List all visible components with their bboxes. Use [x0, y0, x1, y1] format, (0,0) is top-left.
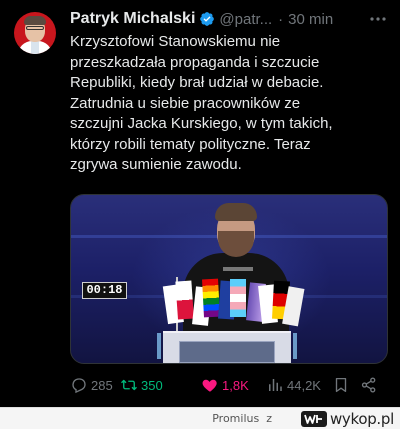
tweet-header: Patryk Michalski @patr... · 30 min	[70, 9, 388, 29]
video-timer: 00:18	[82, 282, 127, 299]
wykop-footer: Promilus z wykop.pl	[0, 407, 400, 429]
like-button[interactable]: 1,8K	[201, 376, 249, 394]
tweet[interactable]: Patryk Michalski @patr... · 30 min Krzys…	[0, 0, 400, 407]
attribution-user[interactable]: Promilus	[212, 412, 259, 425]
reply-button[interactable]: 285	[70, 376, 113, 394]
views-button[interactable]: 44,2K	[266, 376, 321, 394]
attribution-separator: z	[266, 412, 272, 425]
tweet-time[interactable]: 30 min	[288, 11, 333, 28]
like-count: 1,8K	[222, 377, 249, 393]
share-button[interactable]	[360, 376, 381, 394]
separator-dot: ·	[278, 10, 284, 28]
retweet-button[interactable]: 350	[120, 376, 163, 394]
action-bar: 285 350 1,8K 44,2K	[70, 374, 386, 396]
video-player[interactable]: 00:18	[70, 194, 388, 364]
views-icon	[269, 379, 282, 391]
verified-badge-icon	[200, 12, 215, 26]
bookmark-icon	[335, 377, 347, 393]
flags	[162, 277, 305, 332]
attribution-text[interactable]: Promilus z	[212, 412, 272, 425]
author-handle[interactable]: @patr...	[219, 11, 272, 28]
wykop-logo-text: wykop.pl	[329, 410, 394, 428]
author-name[interactable]: Patryk Michalski	[70, 10, 195, 28]
retweet-count: 350	[141, 377, 163, 393]
share-icon	[361, 377, 376, 393]
tweet-text: Krzysztofowi Stanowskiemu nie przeszkadz…	[70, 33, 333, 173]
heart-icon	[202, 379, 217, 392]
podium	[163, 331, 291, 363]
more-icon[interactable]	[368, 11, 388, 27]
avatar[interactable]	[14, 12, 56, 54]
bookmark-button[interactable]	[332, 376, 353, 394]
reply-count: 285	[91, 377, 113, 393]
wykop-logo[interactable]: wykop.pl	[300, 409, 394, 429]
wykop-logo-icon	[300, 411, 327, 427]
reply-icon	[72, 378, 86, 394]
retweet-icon	[121, 379, 137, 391]
view-count: 44,2K	[287, 377, 321, 393]
